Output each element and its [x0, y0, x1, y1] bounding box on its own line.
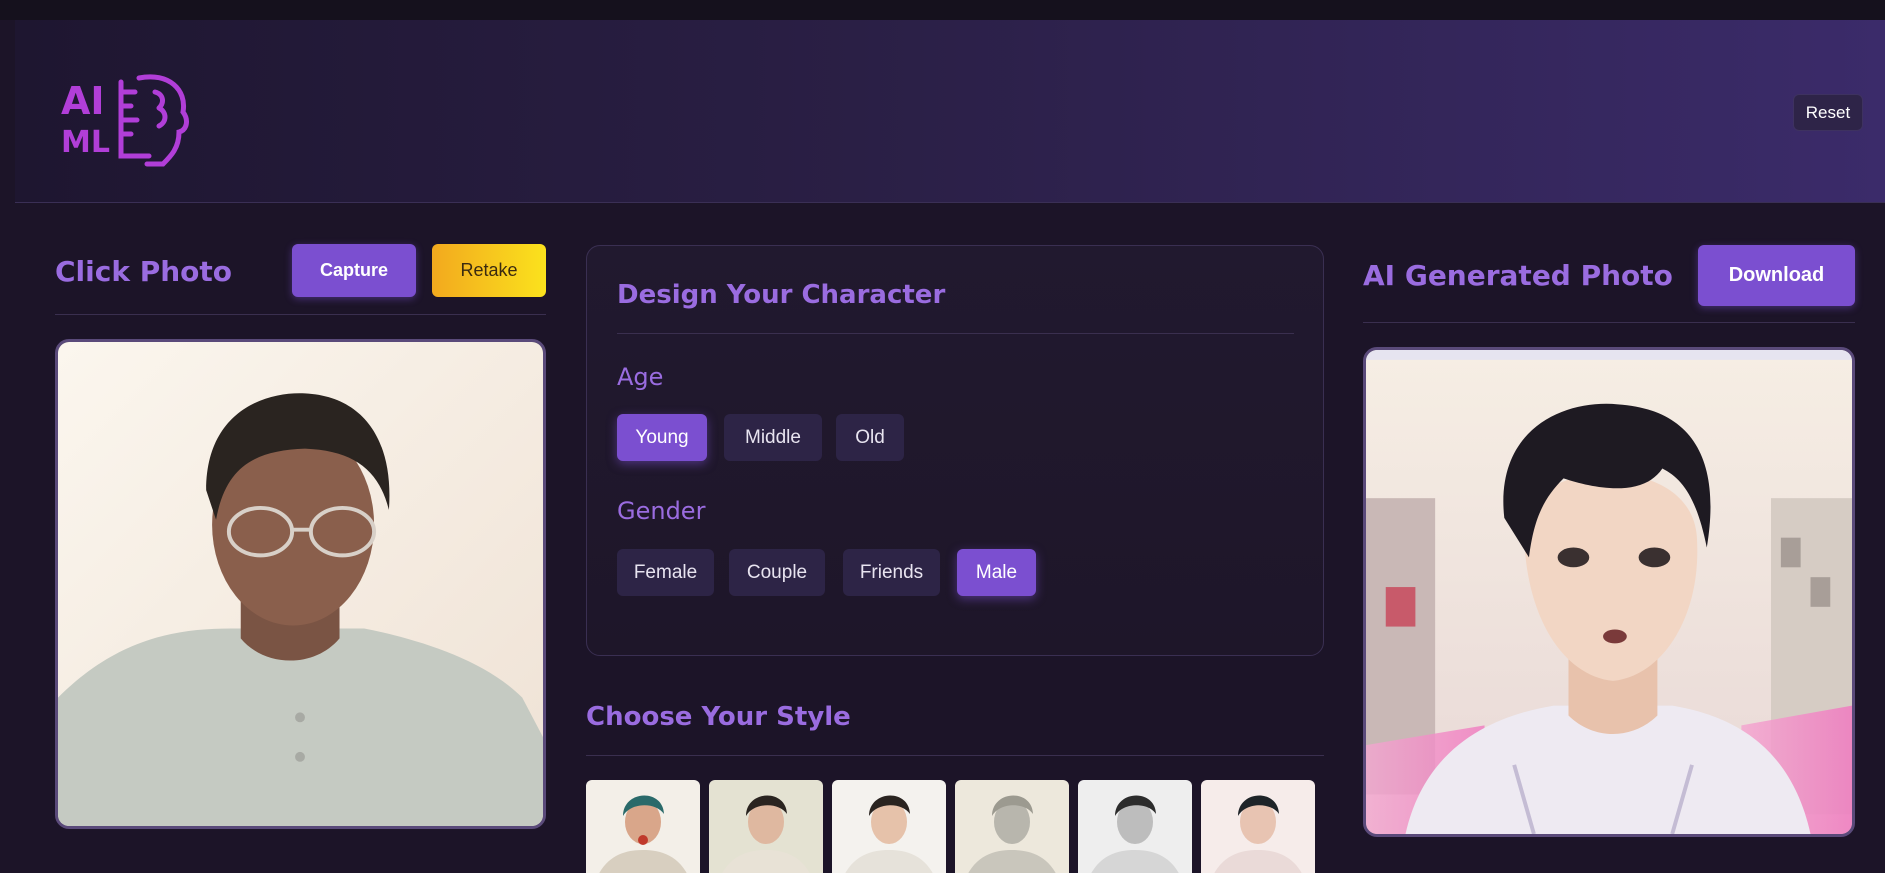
- brain-head-icon: [118, 74, 189, 167]
- ai-generated-preview: [1363, 347, 1855, 837]
- style-thumbnail-2[interactable]: [709, 780, 823, 873]
- logo-text-ai: AI: [61, 79, 105, 123]
- click-photo-title: Click Photo: [55, 255, 233, 288]
- reset-button[interactable]: Reset: [1793, 94, 1863, 131]
- camera-preview: [55, 339, 546, 829]
- camera-photo: [58, 342, 543, 826]
- logo-text-ml: ML: [61, 125, 110, 160]
- gender-option-male[interactable]: Male: [957, 549, 1036, 596]
- style-divider: [586, 755, 1324, 756]
- gender-option-friends[interactable]: Friends: [843, 549, 940, 596]
- ai-generated-photo-title: AI Generated Photo: [1363, 259, 1673, 292]
- design-character-card: Design Your Character Age Young Middle O…: [586, 245, 1324, 656]
- style-thumbnail-6[interactable]: [1201, 780, 1315, 873]
- aiml-logo: AI ML: [61, 74, 189, 167]
- gender-option-couple[interactable]: Couple: [729, 549, 825, 596]
- retake-button[interactable]: Retake: [432, 244, 546, 297]
- gender-label: Gender: [617, 497, 706, 525]
- style-preview-6: [1201, 780, 1315, 873]
- style-preview-3: [832, 780, 946, 873]
- style-preview-2: [709, 780, 823, 873]
- capture-button[interactable]: Capture: [292, 244, 416, 297]
- age-option-old[interactable]: Old: [836, 414, 904, 461]
- design-title: Design Your Character: [617, 280, 946, 310]
- header: AI ML Reset: [15, 20, 1885, 203]
- age-label: Age: [617, 363, 664, 391]
- style-preview-5: [1078, 780, 1192, 873]
- style-preview-1: [586, 780, 700, 873]
- choose-style-title: Choose Your Style: [586, 702, 851, 732]
- left-divider: [55, 314, 546, 315]
- style-thumbnail-1[interactable]: [586, 780, 700, 873]
- right-divider: [1363, 322, 1855, 323]
- gender-option-female[interactable]: Female: [617, 549, 714, 596]
- age-option-young[interactable]: Young: [617, 414, 707, 461]
- ai-generated-photo: [1366, 350, 1852, 834]
- style-thumbnail-4[interactable]: [955, 780, 1069, 873]
- age-option-middle[interactable]: Middle: [724, 414, 822, 461]
- download-button[interactable]: Download: [1698, 245, 1855, 306]
- style-thumbnail-3[interactable]: [832, 780, 946, 873]
- design-divider: [617, 333, 1294, 334]
- style-thumbnail-5[interactable]: [1078, 780, 1192, 873]
- style-preview-4: [955, 780, 1069, 873]
- top-strip: [0, 0, 1885, 20]
